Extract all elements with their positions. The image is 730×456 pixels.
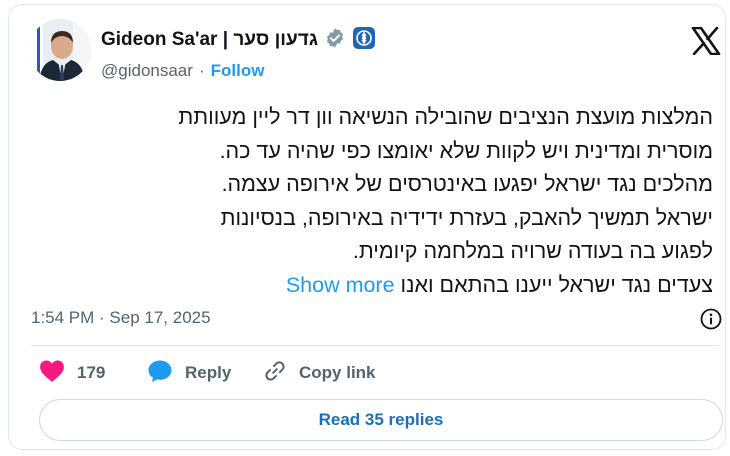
copy-link-label: Copy link: [299, 363, 376, 382]
tweet-line: לפגוע בה בעודה שרויה במלחמה קיומית.: [352, 239, 713, 264]
avatar-photo: [29, 19, 91, 81]
tweet-line: מהלכים נגד ישראל יפגעו באינטרסים של אירו…: [221, 172, 713, 197]
show-more-link[interactable]: Show more: [286, 273, 395, 297]
tweet-line: המלצות מועצת הנציבים שהובילה הנשיאה וון …: [178, 105, 713, 129]
verified-badge-icon: [324, 27, 346, 54]
read-replies-button[interactable]: Read 35 replies: [39, 399, 723, 441]
author-handle-row: @gidonsaar · Follow: [101, 60, 264, 82]
timestamp[interactable]: 1:54 PM · Sep 17, 2025: [31, 308, 211, 328]
follow-button[interactable]: Follow: [211, 61, 265, 81]
like-button[interactable]: 179: [39, 359, 147, 388]
reply-button[interactable]: Reply: [147, 359, 263, 388]
heart-icon: [39, 359, 65, 388]
tweet-text: המלצות מועצת הנציבים שהובילה הנשיאה וון …: [29, 101, 713, 303]
handle[interactable]: @gidonsaar: [101, 61, 193, 81]
info-icon[interactable]: [699, 307, 723, 331]
separator-dot: ·: [198, 61, 205, 80]
action-bar: 179 Reply Copy link: [39, 357, 403, 389]
tweet-line-last: צעדים נגד ישראל ייענו בהתאם ואנו Show mo…: [29, 269, 713, 303]
tweet-card: Gideon Sa'ar | גדעון סער @gidonsaar · Fo…: [8, 4, 726, 450]
author-name-row: Gideon Sa'ar | גדעון סער: [101, 26, 376, 55]
tweet-line: מוסרית ומדינית ויש לקוות שלא יאומצו כפי …: [219, 138, 713, 163]
reply-label: Reply: [185, 363, 232, 382]
copy-link-button[interactable]: Copy link: [263, 359, 403, 388]
like-count: 179: [77, 363, 106, 382]
avatar[interactable]: [29, 19, 91, 81]
link-icon: [263, 359, 287, 388]
tweet-line-text: צעדים נגד ישראל ייענו בהתאם ואנו: [400, 272, 713, 297]
x-logo-icon[interactable]: [691, 26, 721, 56]
divider: [31, 345, 719, 346]
tweet-line: ישראל תמשיך להאבק, בעזרת ידידיה באירופה,…: [220, 205, 713, 230]
display-name[interactable]: Gideon Sa'ar | גדעון סער: [101, 29, 318, 51]
israel-government-emblem-icon: [352, 26, 376, 55]
speech-bubble-icon: [147, 359, 173, 388]
